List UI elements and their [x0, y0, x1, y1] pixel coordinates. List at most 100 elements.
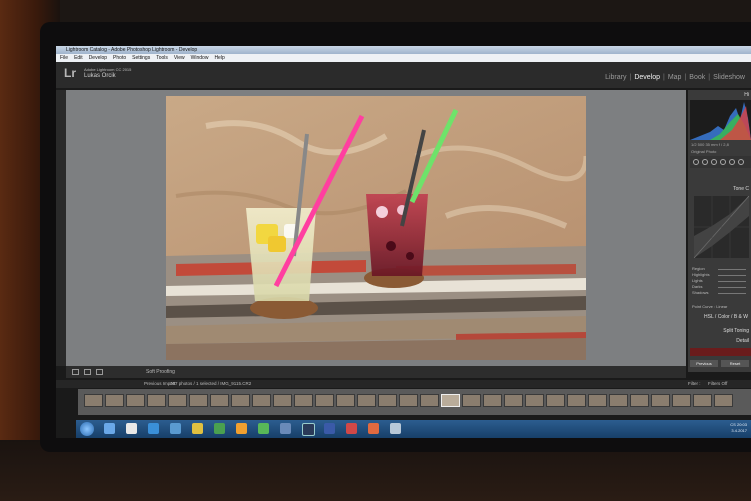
- lightroom-taskbar-icon[interactable]: [302, 423, 315, 436]
- point-curve-select[interactable]: Point Curve : Linear: [692, 304, 727, 309]
- start-button-icon[interactable]: [80, 422, 94, 436]
- loupe-view-icon[interactable]: [72, 369, 79, 375]
- filmstrip-thumb[interactable]: [546, 394, 565, 407]
- crop-tool-icon[interactable]: [693, 159, 699, 165]
- before-after-icon[interactable]: [84, 369, 91, 375]
- filmstrip-thumb[interactable]: [252, 394, 271, 407]
- module-book[interactable]: Book: [689, 74, 705, 81]
- identity-plate: Lr Adobe Lightroom CC 2015 Lukas Orcik L…: [56, 62, 751, 88]
- module-develop[interactable]: Develop: [634, 74, 660, 81]
- app-icon[interactable]: [170, 423, 181, 434]
- explorer-icon[interactable]: [126, 423, 137, 434]
- menu-window[interactable]: Window: [191, 54, 209, 62]
- filmstrip-thumb[interactable]: [462, 394, 481, 407]
- menu-develop[interactable]: Develop: [89, 54, 107, 62]
- app-icon[interactable]: [346, 423, 357, 434]
- filmstrip-thumb[interactable]: [567, 394, 586, 407]
- windows-taskbar: CS 20:03 3.4.2017: [76, 420, 751, 438]
- tone-curve-header[interactable]: Tone C: [733, 186, 749, 192]
- module-map[interactable]: Map: [668, 74, 682, 81]
- menu-photo[interactable]: Photo: [113, 54, 126, 62]
- filmstrip-thumb[interactable]: [168, 394, 187, 407]
- filmstrip-thumb[interactable]: [231, 394, 250, 407]
- module-slideshow[interactable]: Slideshow: [713, 74, 745, 81]
- app-icon[interactable]: [390, 423, 401, 434]
- filmstrip-thumb[interactable]: [525, 394, 544, 407]
- spot-removal-icon[interactable]: [702, 159, 708, 165]
- filmstrip-header: Previous Import 367 photos / 1 selected …: [56, 380, 751, 388]
- filmstrip-thumb[interactable]: [714, 394, 733, 407]
- detail-header[interactable]: Detail: [736, 338, 749, 344]
- filmstrip-thumb[interactable]: [504, 394, 523, 407]
- clock-date: 3.4.2017: [731, 428, 747, 433]
- menu-view[interactable]: View: [174, 54, 185, 62]
- filmstrip-thumb[interactable]: [210, 394, 229, 407]
- filmstrip-thumb[interactable]: [630, 394, 649, 407]
- filmstrip-thumb[interactable]: [420, 394, 439, 407]
- compare-icon[interactable]: [96, 369, 103, 375]
- graduated-filter-icon[interactable]: [720, 159, 726, 165]
- filmstrip-thumb[interactable]: [357, 394, 376, 407]
- filmstrip-thumb[interactable]: [483, 394, 502, 407]
- radial-filter-icon[interactable]: [729, 159, 735, 165]
- filmstrip-thumb[interactable]: [273, 394, 292, 407]
- red-eye-icon[interactable]: [711, 159, 717, 165]
- menu-tools[interactable]: Tools: [156, 54, 168, 62]
- filmstrip-thumb[interactable]: [588, 394, 607, 407]
- filmstrip-thumb[interactable]: [378, 394, 397, 407]
- filmstrip-count[interactable]: 367 photos / 1 selected / IMG_9115.CR2: [170, 381, 251, 386]
- menu-bar: File Edit Develop Photo Settings Tools V…: [56, 54, 751, 62]
- menu-settings[interactable]: Settings: [132, 54, 150, 62]
- filmstrip-thumb-selected[interactable]: [441, 394, 460, 407]
- laptop-screen: Lightroom Catalog - Adobe Photoshop Ligh…: [56, 46, 751, 438]
- reset-button[interactable]: Reset: [721, 360, 749, 367]
- original-photo-checkbox[interactable]: Original Photo: [691, 149, 716, 154]
- app-icon[interactable]: [280, 423, 291, 434]
- filmstrip-thumb[interactable]: [336, 394, 355, 407]
- previous-button[interactable]: Previous: [690, 360, 718, 367]
- app-icon[interactable]: [368, 423, 379, 434]
- filmstrip-thumb[interactable]: [84, 394, 103, 407]
- module-separator: |: [708, 74, 711, 81]
- menu-help[interactable]: Help: [214, 54, 224, 62]
- skype-icon[interactable]: [148, 423, 159, 434]
- filmstrip-thumb[interactable]: [693, 394, 712, 407]
- filmstrip-thumb[interactable]: [147, 394, 166, 407]
- filmstrip-thumb[interactable]: [189, 394, 208, 407]
- photo-preview[interactable]: [166, 96, 586, 360]
- filter-select[interactable]: Filters Off: [708, 381, 727, 386]
- filmstrip-thumb[interactable]: [294, 394, 313, 407]
- chrome-icon[interactable]: [192, 423, 203, 434]
- folder-icon[interactable]: [236, 423, 247, 434]
- split-toning-header[interactable]: Split Toning: [723, 328, 749, 334]
- app-icon[interactable]: [258, 423, 269, 434]
- menu-file[interactable]: File: [60, 54, 68, 62]
- filmstrip-thumb[interactable]: [315, 394, 334, 407]
- lightroom-logo: Lr: [64, 66, 76, 80]
- filmstrip-thumb[interactable]: [126, 394, 145, 407]
- filmstrip-thumb[interactable]: [672, 394, 691, 407]
- left-panel-collapsed[interactable]: [56, 90, 66, 366]
- hsl-panel-header[interactable]: HSL / Color / B & W: [704, 314, 748, 320]
- tone-curve-graph[interactable]: [694, 196, 749, 258]
- module-separator: |: [629, 74, 632, 81]
- filmstrip-thumb[interactable]: [399, 394, 418, 407]
- app-icon[interactable]: [324, 423, 335, 434]
- system-tray[interactable]: CS 20:03 3.4.2017: [730, 422, 747, 434]
- module-library[interactable]: Library: [605, 74, 626, 81]
- panel-color-bar: [690, 348, 751, 356]
- brush-tool-icon[interactable]: [738, 159, 744, 165]
- histogram-header[interactable]: Hi: [744, 92, 749, 98]
- tone-sliders: Region Highlights Lights Darks Shadows: [692, 266, 750, 296]
- filmstrip-thumb[interactable]: [651, 394, 670, 407]
- language-indicator[interactable]: CS: [730, 422, 736, 427]
- filmstrip-thumb[interactable]: [105, 394, 124, 407]
- module-separator: |: [684, 74, 687, 81]
- filmstrip-thumb[interactable]: [609, 394, 628, 407]
- ie-icon[interactable]: [104, 423, 115, 434]
- app-icon[interactable]: [214, 423, 225, 434]
- image-work-area: [66, 90, 686, 366]
- soft-proofing-checkbox[interactable]: Soft Proofing: [146, 369, 175, 375]
- slider-shadows[interactable]: Shadows: [692, 290, 750, 296]
- menu-edit[interactable]: Edit: [74, 54, 83, 62]
